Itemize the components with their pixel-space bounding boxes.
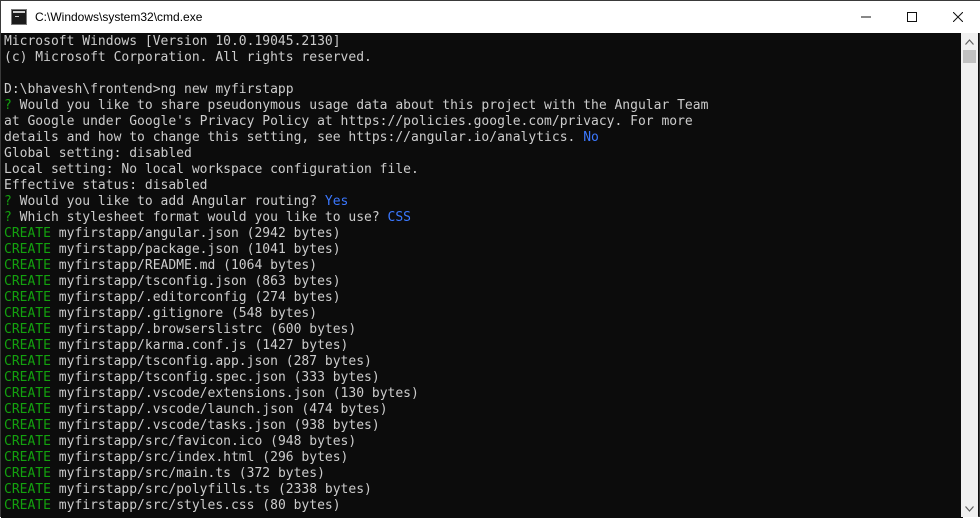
- close-button[interactable]: [935, 1, 980, 33]
- create-label: CREATE: [4, 258, 51, 273]
- question-mark: ?: [4, 194, 12, 209]
- created-file: myfirstapp/.gitignore (548 bytes): [50, 306, 318, 321]
- create-line: CREATE myfirstapp/.browserslistrc (600 b…: [4, 322, 963, 338]
- maximize-button[interactable]: [889, 1, 935, 33]
- scrollbar-thumb[interactable]: [963, 50, 976, 63]
- window-title: C:\Windows\system32\cmd.exe: [35, 10, 203, 24]
- create-line: CREATE myfirstapp/src/favicon.ico (948 b…: [4, 434, 963, 450]
- minimize-icon: [861, 16, 871, 18]
- question-text: Would you like to add Angular routing?: [11, 194, 325, 209]
- create-label: CREATE: [4, 450, 51, 465]
- scroll-up-button[interactable]: [961, 33, 978, 50]
- create-label: CREATE: [4, 242, 51, 257]
- created-file: myfirstapp/angular.json (2942 bytes): [50, 226, 341, 241]
- vertical-scrollbar[interactable]: [961, 33, 978, 517]
- create-line: CREATE myfirstapp/src/index.html (296 by…: [4, 450, 963, 466]
- terminal-line: (c) Microsoft Corporation. All rights re…: [4, 50, 372, 65]
- create-line: CREATE myfirstapp/.vscode/extensions.jso…: [4, 386, 963, 402]
- question-text: details and how to change this setting, …: [4, 130, 584, 145]
- created-file: myfirstapp/.editorconfig (274 bytes): [50, 290, 341, 305]
- create-label: CREATE: [4, 418, 51, 433]
- create-line: CREATE myfirstapp/tsconfig.spec.json (33…: [4, 370, 963, 386]
- question-line: ? Which stylesheet format would you like…: [4, 210, 963, 226]
- create-label: CREATE: [4, 338, 51, 353]
- create-label: CREATE: [4, 354, 51, 369]
- created-file: myfirstapp/src/index.html (296 bytes): [50, 450, 349, 465]
- created-file: myfirstapp/src/styles.css (80 bytes): [50, 498, 341, 513]
- answer-value: Yes: [324, 194, 349, 209]
- created-file: myfirstapp/tsconfig.json (863 bytes): [50, 274, 341, 289]
- create-label: CREATE: [4, 386, 51, 401]
- maximize-icon: [907, 12, 917, 22]
- setting-line: Local setting: No local workspace config…: [4, 162, 419, 177]
- create-line: CREATE myfirstapp/README.md (1064 bytes): [4, 258, 963, 274]
- scroll-up-arrow-icon: [965, 38, 974, 45]
- create-line: CREATE myfirstapp/.vscode/tasks.json (93…: [4, 418, 963, 434]
- create-label: CREATE: [4, 434, 51, 449]
- create-label: CREATE: [4, 290, 51, 305]
- terminal-output[interactable]: Microsoft Windows [Version 10.0.19045.21…: [1, 33, 963, 518]
- terminal-line: Microsoft Windows [Version 10.0.19045.21…: [4, 34, 341, 49]
- create-label: CREATE: [4, 482, 51, 497]
- created-file: myfirstapp/README.md (1064 bytes): [50, 258, 318, 273]
- create-label: CREATE: [4, 402, 51, 417]
- create-line: CREATE myfirstapp/angular.json (2942 byt…: [4, 226, 963, 242]
- close-icon: [953, 12, 963, 22]
- title-bar[interactable]: C:\Windows\system32\cmd.exe: [1, 1, 980, 33]
- create-line: CREATE myfirstapp/src/styles.css (80 byt…: [4, 498, 963, 514]
- question-line: ? Would you like to share pseudonymous u…: [4, 98, 963, 114]
- create-line: CREATE myfirstapp/src/polyfills.ts (2338…: [4, 482, 963, 498]
- create-label: CREATE: [4, 274, 51, 289]
- create-label: CREATE: [4, 466, 51, 481]
- created-file: myfirstapp/tsconfig.app.json (287 bytes): [50, 354, 372, 369]
- create-label: CREATE: [4, 370, 51, 385]
- created-file: myfirstapp/src/favicon.ico (948 bytes): [50, 434, 357, 449]
- answer-value: No: [583, 130, 599, 145]
- create-line: CREATE myfirstapp/tsconfig.app.json (287…: [4, 354, 963, 370]
- create-label: CREATE: [4, 322, 51, 337]
- cmd-window: C:\Windows\system32\cmd.exe Microsoft Wi…: [0, 0, 980, 518]
- create-line: CREATE myfirstapp/tsconfig.json (863 byt…: [4, 274, 963, 290]
- created-file: myfirstapp/.browserslistrc (600 bytes): [50, 322, 357, 337]
- created-file: myfirstapp/.vscode/extensions.json (130 …: [50, 386, 419, 401]
- create-line: CREATE myfirstapp/.vscode/launch.json (4…: [4, 402, 963, 418]
- created-file: myfirstapp/src/main.ts (372 bytes): [50, 466, 325, 481]
- question-mark: ?: [4, 98, 12, 113]
- created-file: myfirstapp/src/polyfills.ts (2338 bytes): [50, 482, 372, 497]
- created-file: myfirstapp/package.json (1041 bytes): [50, 242, 341, 257]
- answer-value: CSS: [387, 210, 411, 225]
- question-line: ? Would you like to add Angular routing?…: [4, 194, 963, 210]
- question-mark: ?: [4, 210, 12, 225]
- question-text: Which stylesheet format would you like t…: [11, 210, 388, 225]
- setting-line: Global setting: disabled: [4, 146, 192, 161]
- create-label: CREATE: [4, 498, 51, 513]
- question-line: at Google under Google's Privacy Policy …: [4, 114, 693, 129]
- created-file: myfirstapp/karma.conf.js (1427 bytes): [50, 338, 349, 353]
- create-line: CREATE myfirstapp/package.json (1041 byt…: [4, 242, 963, 258]
- created-file: myfirstapp/.vscode/tasks.json (938 bytes…: [50, 418, 380, 433]
- create-line: CREATE myfirstapp/src/main.ts (372 bytes…: [4, 466, 963, 482]
- minimize-button[interactable]: [843, 1, 889, 33]
- created-file: myfirstapp/.vscode/launch.json (474 byte…: [50, 402, 388, 417]
- create-line: CREATE myfirstapp/.gitignore (548 bytes): [4, 306, 963, 322]
- created-file: myfirstapp/tsconfig.spec.json (333 bytes…: [50, 370, 380, 385]
- scroll-down-button[interactable]: [961, 500, 978, 517]
- scroll-down-arrow-icon: [965, 505, 974, 512]
- question-text: Would you like to share pseudonymous usa…: [11, 98, 709, 113]
- create-line: CREATE myfirstapp/karma.conf.js (1427 by…: [4, 338, 963, 354]
- create-line: CREATE myfirstapp/.editorconfig (274 byt…: [4, 290, 963, 306]
- question-line: details and how to change this setting, …: [4, 130, 963, 146]
- cmd-app-icon[interactable]: [11, 9, 27, 25]
- create-label: CREATE: [4, 306, 51, 321]
- command-prompt-line: D:\bhavesh\frontend>ng new myfirstapp: [4, 82, 294, 97]
- setting-line: Effective status: disabled: [4, 178, 208, 193]
- create-label: CREATE: [4, 226, 51, 241]
